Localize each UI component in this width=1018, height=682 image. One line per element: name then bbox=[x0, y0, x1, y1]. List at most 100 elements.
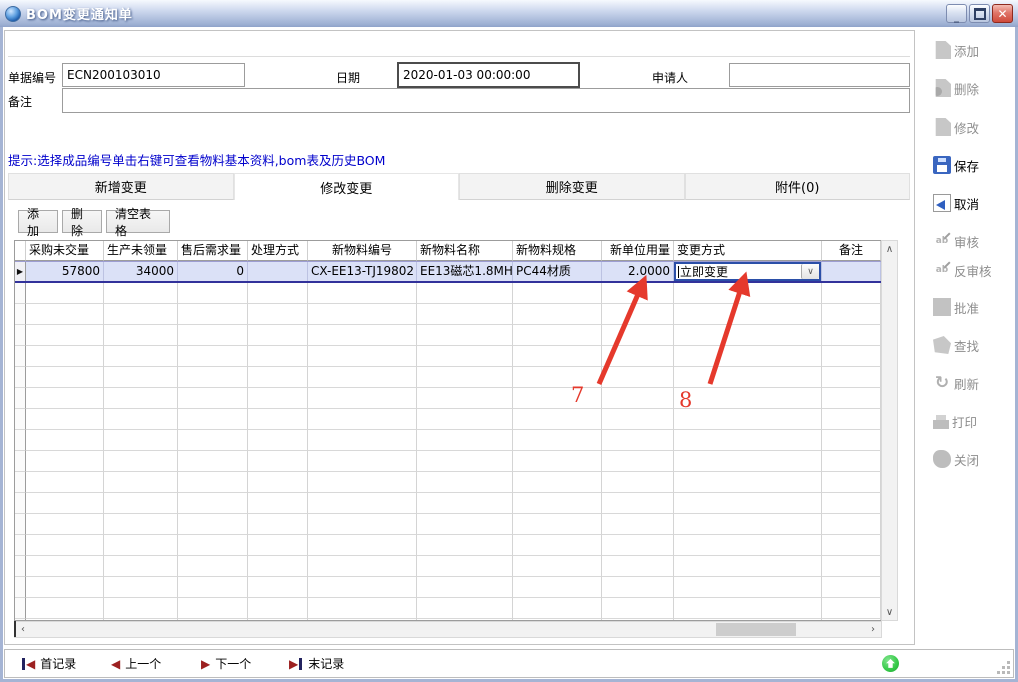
close-doc-icon bbox=[933, 450, 951, 468]
date-input[interactable] bbox=[397, 62, 580, 88]
first-record-label: 首记录 bbox=[40, 655, 76, 672]
approve-icon bbox=[933, 298, 951, 316]
vertical-scrollbar[interactable]: ∧ ∨ bbox=[881, 240, 898, 621]
scroll-up-icon: ∧ bbox=[886, 244, 893, 255]
header-production-open-qty: 生产未领量 bbox=[104, 241, 178, 261]
grid-left-edge bbox=[14, 621, 16, 637]
scroll-down-button[interactable]: ∨ bbox=[882, 604, 897, 620]
delete-doc-icon bbox=[933, 79, 951, 97]
cell-new-item-spec[interactable]: PC44材质 bbox=[513, 262, 602, 281]
record-nav-bar: ◀ 首记录 ◀ 上一个 ▶ 下一个 ▶ 末记录 bbox=[4, 649, 1014, 678]
grid-empty-rows bbox=[15, 283, 882, 621]
tab-add-change[interactable]: 新增变更 bbox=[8, 173, 234, 200]
grid-empty-row bbox=[15, 388, 882, 409]
doc-no-input[interactable] bbox=[62, 63, 245, 87]
header-new-unit-usage: 新单位用量 bbox=[602, 241, 674, 261]
grid-empty-row bbox=[15, 598, 882, 619]
close-button[interactable]: ✕ bbox=[992, 4, 1013, 23]
unaudit-abc-icon: ab bbox=[933, 261, 951, 279]
home-shape-icon bbox=[885, 658, 896, 669]
horizontal-scroll-thumb[interactable] bbox=[716, 623, 796, 636]
header-new-item-code: 新物料编号 bbox=[308, 241, 417, 261]
horizontal-scrollbar[interactable]: ‹ › bbox=[14, 621, 882, 638]
maximize-button[interactable] bbox=[969, 4, 990, 23]
grid-empty-row bbox=[15, 472, 882, 493]
text-caret bbox=[678, 266, 679, 278]
grid-header-row: 采购未交量 生产未领量 售后需求量 处理方式 新物料编号 新物料名称 新物料规格… bbox=[15, 241, 882, 261]
header-row-selector bbox=[15, 241, 26, 261]
scroll-left-button[interactable]: ‹ bbox=[15, 622, 31, 637]
sidebar-print-button[interactable]: 打印 bbox=[933, 410, 1015, 432]
tab-delete-change[interactable]: 删除变更 bbox=[459, 173, 685, 200]
last-record-button[interactable]: ▶ 末记录 bbox=[289, 650, 344, 677]
find-icon bbox=[933, 336, 951, 354]
sidebar-unaudit-button[interactable]: ab反审核 bbox=[933, 259, 1015, 281]
grid-clear-button[interactable]: 清空表格 bbox=[106, 210, 170, 233]
combobox-dropdown-button[interactable]: ∨ bbox=[801, 264, 819, 279]
next-record-icon: ▶ bbox=[201, 658, 210, 670]
current-row-marker-icon: ▶ bbox=[15, 262, 26, 281]
previous-record-icon: ◀ bbox=[111, 658, 120, 670]
next-record-button[interactable]: ▶ 下一个 bbox=[201, 650, 251, 677]
cell-handling-method[interactable] bbox=[248, 262, 308, 281]
resize-grip[interactable] bbox=[998, 662, 1010, 674]
titlebar: BOM变更通知单 bbox=[0, 0, 1018, 27]
grid-empty-row bbox=[15, 577, 882, 598]
sidebar-modify-button[interactable]: 修改 bbox=[933, 116, 1015, 138]
sidebar-add-button[interactable]: 添加 bbox=[933, 39, 1015, 61]
app-globe-icon bbox=[5, 6, 21, 22]
cell-aftersales-demand-qty[interactable]: 0 bbox=[178, 262, 248, 281]
add-doc-icon bbox=[933, 41, 951, 59]
change-mode-value: 立即变更 bbox=[680, 263, 801, 281]
first-record-icon: ◀ bbox=[21, 658, 35, 670]
refresh-icon: ↻ bbox=[933, 374, 951, 392]
window-title: BOM变更通知单 bbox=[26, 4, 133, 23]
change-grid: 采购未交量 生产未领量 售后需求量 处理方式 新物料编号 新物料名称 新物料规格… bbox=[14, 240, 882, 621]
cell-purchase-open-qty[interactable]: 57800 bbox=[26, 262, 104, 281]
audit-abc-icon: ab bbox=[933, 232, 951, 250]
minimize-button[interactable]: _ bbox=[946, 4, 967, 23]
change-mode-combobox[interactable]: 立即变更 ∨ bbox=[674, 262, 821, 281]
grid-empty-row bbox=[15, 535, 882, 556]
modify-doc-icon bbox=[933, 118, 951, 136]
cancel-arrow-icon bbox=[933, 194, 951, 212]
sidebar-cancel-button[interactable]: 取消 bbox=[933, 192, 1015, 214]
applicant-input[interactable] bbox=[729, 63, 910, 87]
grid-empty-row bbox=[15, 409, 882, 430]
hint-text: 提示:选择成品编号单击右键可查看物料基本资料,bom表及历史BOM bbox=[8, 150, 385, 169]
sidebar-refresh-button[interactable]: ↻刷新 bbox=[933, 372, 1015, 394]
previous-record-button[interactable]: ◀ 上一个 bbox=[111, 650, 161, 677]
first-record-button[interactable]: ◀ 首记录 bbox=[21, 650, 76, 677]
sidebar-audit-button[interactable]: ab审核 bbox=[933, 230, 1015, 252]
sidebar-find-button[interactable]: 查找 bbox=[933, 334, 1015, 356]
grid-add-button[interactable]: 添加 bbox=[18, 210, 58, 233]
header-new-item-name: 新物料名称 bbox=[417, 241, 513, 261]
previous-record-label: 上一个 bbox=[125, 655, 161, 672]
cell-remark[interactable] bbox=[822, 262, 881, 281]
sidebar-approve-button[interactable]: 批准 bbox=[933, 296, 1015, 318]
tab-bar: 新增变更 修改变更 删除变更 附件(0) bbox=[8, 173, 910, 200]
annotation-number-7: 7 bbox=[571, 383, 584, 407]
tab-attachments[interactable]: 附件(0) bbox=[685, 173, 911, 200]
annotation-number-8: 8 bbox=[679, 388, 692, 412]
cell-new-item-name[interactable]: EE13磁芯1.8MH bbox=[417, 262, 513, 281]
cell-new-unit-usage[interactable]: 2.0000 bbox=[602, 262, 674, 281]
chevron-down-icon: ∨ bbox=[807, 263, 814, 281]
cell-new-item-code[interactable]: CX-EE13-TJ19802 bbox=[308, 262, 417, 281]
header-purchase-open-qty: 采购未交量 bbox=[26, 241, 104, 261]
applicant-label: 申请人 bbox=[652, 68, 688, 88]
grid-delete-button[interactable]: 删除 bbox=[62, 210, 102, 233]
scroll-up-button[interactable]: ∧ bbox=[882, 241, 897, 257]
remark-label: 备注 bbox=[8, 92, 32, 112]
sidebar-save-button[interactable]: 保存 bbox=[933, 154, 1015, 176]
grid-selected-row: ▶ 57800 34000 0 CX-EE13-TJ19802 EE13磁芯1.… bbox=[15, 261, 882, 283]
maximize-icon bbox=[974, 8, 986, 20]
sidebar-close-button[interactable]: 关闭 bbox=[933, 448, 1015, 470]
print-icon bbox=[933, 420, 949, 429]
sidebar-delete-button[interactable]: 删除 bbox=[933, 77, 1015, 99]
scroll-right-button[interactable]: › bbox=[865, 622, 881, 637]
tab-modify-change[interactable]: 修改变更 bbox=[234, 173, 460, 200]
cell-production-open-qty[interactable]: 34000 bbox=[104, 262, 178, 281]
remark-input[interactable] bbox=[62, 88, 910, 113]
status-green-icon[interactable] bbox=[882, 655, 899, 672]
